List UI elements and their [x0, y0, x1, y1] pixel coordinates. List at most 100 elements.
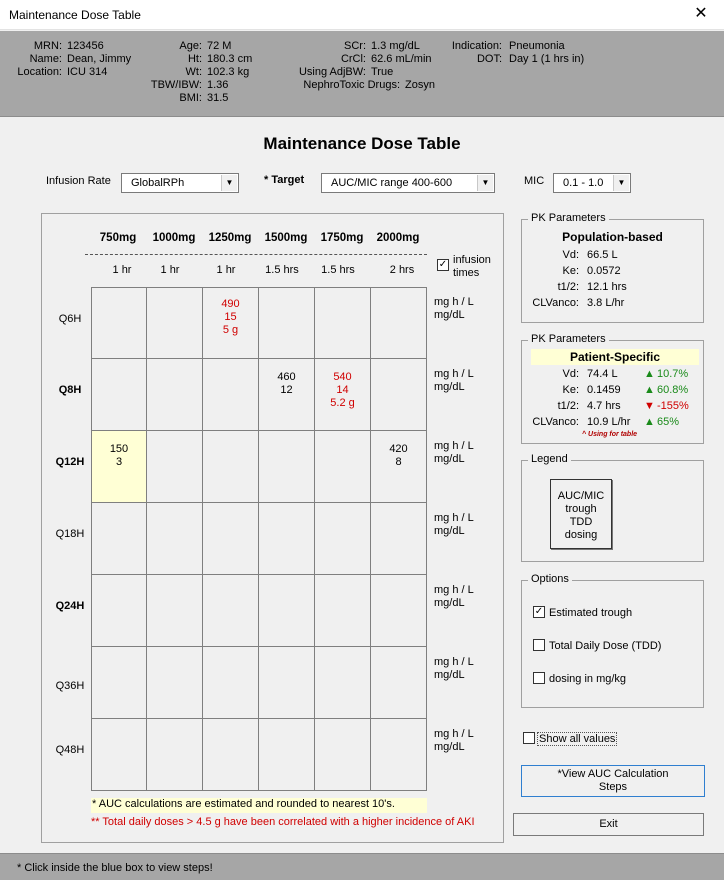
- legend-tdd: TDD: [569, 516, 593, 528]
- dose-cell-q48h-750[interactable]: [91, 718, 147, 791]
- dose-cell-q6h-1250[interactable]: 490 15 5 g: [202, 287, 259, 359]
- pk-patient-title: PK Parameters: [528, 333, 609, 345]
- unit-trough: mg/dL: [434, 669, 465, 681]
- dose-cell-q8h-2000[interactable]: [370, 358, 427, 431]
- dose-cell-q24h-1250[interactable]: [202, 574, 259, 647]
- column-dose-1750: 1750mg: [320, 232, 364, 244]
- dose-cell-q24h-1750[interactable]: [314, 574, 371, 647]
- main-panel: Maintenance Dose Table Infusion Rate Glo…: [0, 118, 724, 853]
- close-icon[interactable]: ✕: [678, 0, 724, 30]
- show-all-values-label[interactable]: Show all values: [537, 732, 618, 746]
- dose-cell-q24h-750[interactable]: [91, 574, 147, 647]
- legend-trough: trough: [565, 503, 597, 515]
- unit-trough: mg/dL: [434, 381, 465, 393]
- dose-cell-q36h-1250[interactable]: [202, 646, 259, 719]
- show-all-values-checkbox[interactable]: [523, 732, 535, 744]
- dose-cell-q24h-1000[interactable]: [146, 574, 203, 647]
- dose-cell-q48h-2000[interactable]: [370, 718, 427, 791]
- dose-cell-q6h-1500[interactable]: [258, 287, 315, 359]
- clvanco-label: CLVanco:: [532, 297, 579, 309]
- dose-cell-q48h-1250[interactable]: [202, 718, 259, 791]
- view-auc-steps-button[interactable]: *View AUC Calculation Steps: [521, 765, 705, 797]
- trough-value: 8: [395, 456, 402, 468]
- chevron-down-icon[interactable]: ▼: [477, 175, 493, 191]
- dose-cell-q8h-1500[interactable]: 460 12: [258, 358, 315, 431]
- dose-cell-q8h-1750[interactable]: 540 14 5.2 g: [314, 358, 371, 431]
- dose-cell-q18h-2000[interactable]: [370, 502, 427, 575]
- estimated-trough-label: Estimated trough: [549, 607, 633, 619]
- dose-cell-q12h-1000[interactable]: [146, 430, 203, 503]
- infusion-times-checkbox[interactable]: ✓: [437, 259, 449, 271]
- down-arrow-icon: ▼: [644, 400, 655, 412]
- dose-cell-q12h-750[interactable]: 150 3: [91, 430, 147, 503]
- unit-auc: mg h / L: [434, 512, 474, 524]
- mic-select[interactable]: 0.1 - 1.0 ▼: [553, 173, 631, 193]
- dose-cell-q18h-750[interactable]: [91, 502, 147, 575]
- dose-cell-q36h-1750[interactable]: [314, 646, 371, 719]
- dose-cell-q48h-1000[interactable]: [146, 718, 203, 791]
- name-value: Dean, Jimmy: [67, 53, 132, 65]
- status-bar: * Click inside the blue box to view step…: [0, 853, 724, 880]
- up-arrow-icon: ▲: [644, 416, 655, 428]
- dose-cell-q48h-1500[interactable]: [258, 718, 315, 791]
- column-dose-750: 750mg: [99, 232, 137, 244]
- vd-value: 66.5 L: [587, 249, 618, 261]
- tdd-checkbox[interactable]: [533, 639, 545, 651]
- dose-cell-q36h-2000[interactable]: [370, 646, 427, 719]
- dose-cell-q36h-1000[interactable]: [146, 646, 203, 719]
- pk-population-title: PK Parameters: [528, 212, 609, 224]
- dose-cell-q36h-750[interactable]: [91, 646, 147, 719]
- legend-dosing: dosing: [564, 529, 598, 541]
- dose-cell-q36h-1500[interactable]: [258, 646, 315, 719]
- dose-cell-q12h-1500[interactable]: [258, 430, 315, 503]
- infusion-times-label-1: infusion: [453, 254, 491, 266]
- unit-auc: mg h / L: [434, 368, 474, 380]
- dose-cell-q18h-1750[interactable]: [314, 502, 371, 575]
- dose-cell-q18h-1000[interactable]: [146, 502, 203, 575]
- thalf-value: 4.7 hrs: [587, 400, 621, 412]
- dose-cell-q18h-1500[interactable]: [258, 502, 315, 575]
- infusion-rate-select[interactable]: GlobalRPh ▼: [121, 173, 239, 193]
- trough-value: 3: [115, 456, 123, 468]
- estimated-trough-checkbox[interactable]: ✓: [533, 606, 545, 618]
- dot-label: DOT:: [476, 53, 502, 65]
- column-dose-1000: 1000mg: [152, 232, 196, 244]
- scr-label: SCr:: [344, 40, 366, 52]
- ke-value: 0.0572: [587, 265, 621, 277]
- dose-cell-q12h-1750[interactable]: [314, 430, 371, 503]
- dose-cell-q24h-1500[interactable]: [258, 574, 315, 647]
- infusion-time-1500: 1.5 hrs: [265, 264, 299, 276]
- chevron-down-icon[interactable]: ▼: [221, 175, 237, 191]
- nephrotoxic-label: NephroToxic Drugs:: [303, 79, 400, 91]
- exit-button[interactable]: Exit: [513, 813, 704, 836]
- dose-cell-q48h-1750[interactable]: [314, 718, 371, 791]
- column-dose-2000: 2000mg: [376, 232, 420, 244]
- location-label: Location:: [17, 66, 62, 78]
- vd-label: Vd:: [562, 368, 579, 380]
- target-select[interactable]: AUC/MIC range 400-600 ▼: [321, 173, 495, 193]
- target-label: * Target: [264, 174, 305, 186]
- dosing-mgkg-checkbox[interactable]: [533, 672, 545, 684]
- dose-cell-q8h-1250[interactable]: [202, 358, 259, 431]
- options-group: Options ✓ Estimated trough Total Daily D…: [521, 573, 704, 708]
- dose-cell-q12h-2000[interactable]: 420 8: [370, 430, 427, 503]
- dose-cell-q12h-1250[interactable]: [202, 430, 259, 503]
- dose-cell-q24h-2000[interactable]: [370, 574, 427, 647]
- chevron-down-icon[interactable]: ▼: [613, 175, 629, 191]
- dose-cell-q18h-1250[interactable]: [202, 502, 259, 575]
- location-value: ICU 314: [67, 66, 108, 78]
- dose-cell-q6h-1000[interactable]: [146, 287, 203, 359]
- view-auc-steps-line2: Steps: [598, 781, 628, 793]
- unit-trough: mg/dL: [434, 741, 465, 753]
- dose-cell-q8h-750[interactable]: [91, 358, 147, 431]
- dose-cell-q6h-2000[interactable]: [370, 287, 427, 359]
- dose-cell-q8h-1000[interactable]: [146, 358, 203, 431]
- dose-cell-q6h-1750[interactable]: [314, 287, 371, 359]
- unit-auc: mg h / L: [434, 584, 474, 596]
- ht-value: 180.3 cm: [207, 53, 253, 65]
- dosing-mgkg-label: dosing in mg/kg: [549, 673, 627, 685]
- clvanco-change: 65%: [657, 416, 680, 428]
- dose-cell-q6h-750[interactable]: [91, 287, 147, 359]
- clvanco-value: 10.9 L/hr: [587, 416, 631, 428]
- infusion-time-1750: 1.5 hrs: [321, 264, 355, 276]
